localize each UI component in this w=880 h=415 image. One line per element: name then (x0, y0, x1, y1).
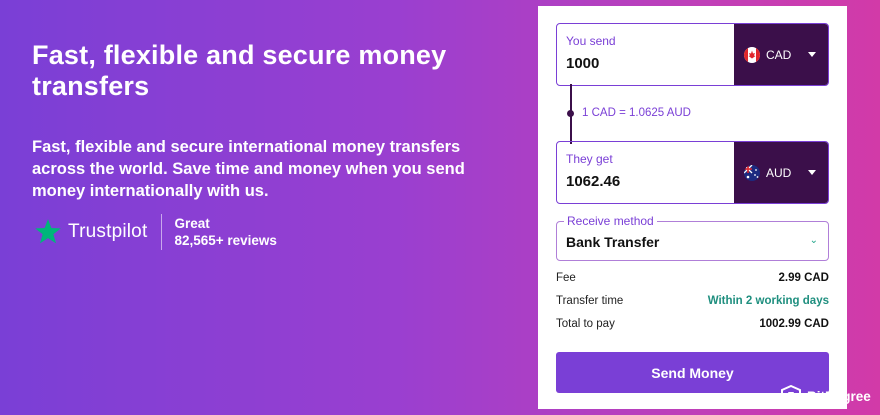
send-label: You send (566, 34, 616, 48)
trustpilot-badge[interactable]: Trustpilot Great 82,565+ reviews (34, 214, 277, 250)
transfer-time-row: Transfer time Within 2 working days (556, 295, 829, 307)
fee-label: Fee (556, 272, 576, 284)
review-count: 82,565+ reviews (174, 233, 277, 248)
fee-value: 2.99 CAD (778, 272, 830, 284)
receive-currency-code: AUD (766, 165, 792, 180)
chevron-down-icon (808, 170, 816, 175)
receive-label: They get (566, 152, 613, 166)
canada-flag-icon (744, 46, 760, 63)
receive-method-value: Bank Transfer (566, 234, 660, 250)
transfer-card: You send 1000 CAD 1 CAD = 1.0625 AUD The… (538, 6, 847, 409)
hero-title: Fast, flexible and secure money transfer… (32, 40, 447, 101)
hero: Fast, flexible and secure money transfer… (32, 40, 502, 202)
star-icon (35, 219, 61, 244)
transfer-time-value: Within 2 working days (707, 295, 829, 307)
trustpilot-rating: Great 82,565+ reviews (174, 215, 276, 249)
australia-flag-icon (744, 164, 760, 181)
send-amount-field[interactable]: You send 1000 CAD (556, 23, 829, 86)
send-currency-code: CAD (766, 47, 792, 62)
bitdegree-logo-icon (781, 385, 801, 407)
rating-word: Great (174, 216, 210, 231)
receive-currency-select[interactable]: AUD (734, 142, 828, 203)
send-amount-input[interactable]: 1000 (566, 55, 599, 72)
total-label: Total to pay (556, 318, 615, 330)
total-value: 1002.99 CAD (759, 318, 829, 330)
trustpilot-name: Trustpilot (68, 221, 148, 242)
chevron-down-icon: ⌄ (809, 235, 818, 246)
receive-method-label: Receive method (564, 214, 657, 228)
chevron-down-icon (808, 52, 816, 57)
divider (161, 214, 163, 250)
total-row: Total to pay 1002.99 CAD (556, 318, 829, 330)
receive-method-select[interactable]: Receive method Bank Transfer ⌄ (556, 214, 829, 261)
bitdegree-watermark: BitDegree (780, 385, 871, 407)
receive-amount-input[interactable]: 1062.46 (566, 173, 620, 190)
transfer-time-label: Transfer time (556, 295, 624, 307)
bitdegree-name: BitDegree (807, 388, 871, 404)
receive-amount-field[interactable]: They get 1062.46 AUD (556, 141, 829, 204)
send-currency-select[interactable]: CAD (734, 24, 828, 85)
fee-row: Fee 2.99 CAD (556, 272, 829, 284)
rate-dot (567, 110, 574, 117)
exchange-rate: 1 CAD = 1.0625 AUD (582, 107, 691, 119)
hero-description: Fast, flexible and secure international … (32, 138, 465, 200)
